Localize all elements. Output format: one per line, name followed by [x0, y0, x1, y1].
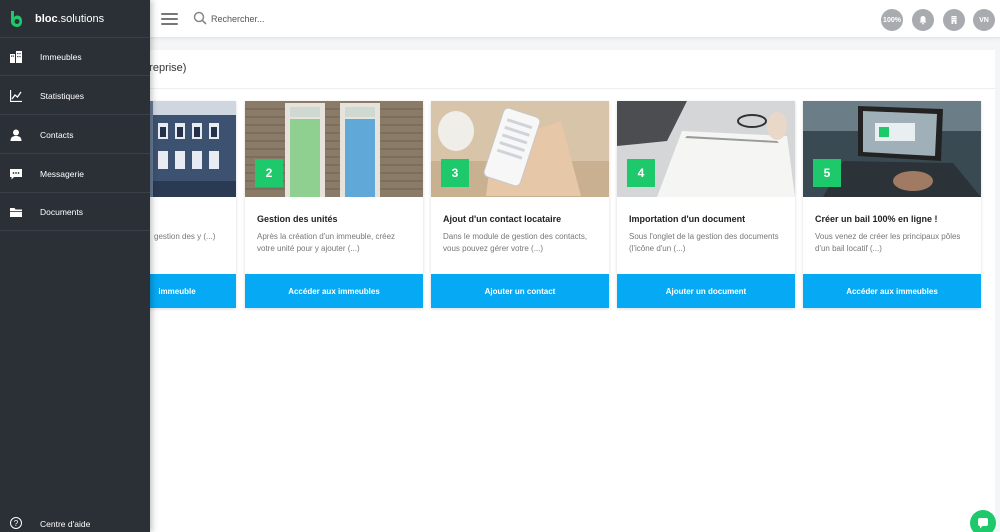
step-number-badge: 4 [627, 159, 655, 187]
card-description: Sous l'onglet de la gestion des document… [629, 232, 779, 253]
divider [140, 88, 995, 89]
user-icon [10, 129, 22, 141]
company-button[interactable] [943, 9, 965, 31]
sidebar-item-label: Immeubles [40, 52, 82, 62]
sidebar: bloc.solutions Immeubles Statistiques Co… [0, 0, 150, 532]
sidebar-item-statistiques[interactable]: Statistiques [0, 77, 150, 115]
help-label: Centre d'aide [40, 519, 91, 529]
sidebar-item-messagerie[interactable]: Messagerie [0, 155, 150, 193]
logo-icon [11, 11, 22, 27]
search-input[interactable] [211, 11, 411, 27]
sidebar-item-label: Contacts [40, 130, 74, 140]
card-description: gestion des y (...) [154, 232, 216, 241]
message-icon [10, 169, 22, 180]
user-avatar[interactable]: VN [973, 9, 995, 31]
building-icon [10, 51, 22, 63]
search-icon [193, 11, 207, 25]
card-description: Après la création d'un immeuble, créez v… [257, 232, 396, 253]
card-title: Ajout d'un contact locataire [443, 214, 562, 224]
sidebar-item-label: Messagerie [40, 169, 84, 179]
card-button[interactable]: Ajouter un document [617, 274, 795, 308]
onboarding-card-2: 2 Gestion des unités Après la création d… [245, 101, 423, 308]
bell-icon [919, 16, 927, 25]
card-title: Créer un bail 100% en ligne ! [815, 214, 938, 224]
progress-badge[interactable]: 100% [881, 9, 903, 31]
notifications-button[interactable] [912, 9, 934, 31]
card-button[interactable]: Accéder aux immeubles [245, 274, 423, 308]
card-description: Dans le module de gestion des contacts, … [443, 232, 588, 253]
card-title: Gestion des unités [257, 214, 338, 224]
card-button[interactable]: Ajouter un contact [431, 274, 609, 308]
chat-icon [978, 518, 988, 529]
step-number-badge: 3 [441, 159, 469, 187]
card-title: Importation d'un document [629, 214, 746, 224]
card-button[interactable]: Accéder aux immeubles [803, 274, 981, 308]
top-bar: 100% VN [0, 0, 1000, 38]
onboarding-card-5: 5 Créer un bail 100% en ligne ! Vous ven… [803, 101, 981, 308]
folder-icon [10, 208, 22, 217]
sidebar-item-label: Statistiques [40, 91, 84, 101]
step-number-badge: 5 [813, 159, 841, 187]
sidebar-item-immeubles[interactable]: Immeubles [0, 38, 150, 76]
sidebar-item-label: Documents [40, 207, 83, 217]
question-icon: ? [10, 517, 22, 529]
onboarding-card-4: 4 Importation d'un document Sous l'ongle… [617, 101, 795, 308]
step-number-badge: 2 [255, 159, 283, 187]
onboarding-card-3: 3 Ajout d'un contact locataire Dans le m… [431, 101, 609, 308]
sidebar-item-documents[interactable]: Documents [0, 193, 150, 231]
brand-name: bloc.solutions [35, 13, 105, 25]
chat-button[interactable] [970, 510, 996, 532]
card-description: Vous venez de créer les principaux pôles… [815, 232, 961, 253]
brand[interactable]: bloc.solutions [0, 0, 150, 38]
hamburger-menu-icon[interactable] [161, 13, 178, 25]
office-building-icon [951, 16, 957, 24]
help-center-link[interactable]: ? Centre d'aide [0, 512, 150, 532]
sidebar-item-contacts[interactable]: Contacts [0, 116, 150, 154]
chart-icon [10, 90, 22, 102]
